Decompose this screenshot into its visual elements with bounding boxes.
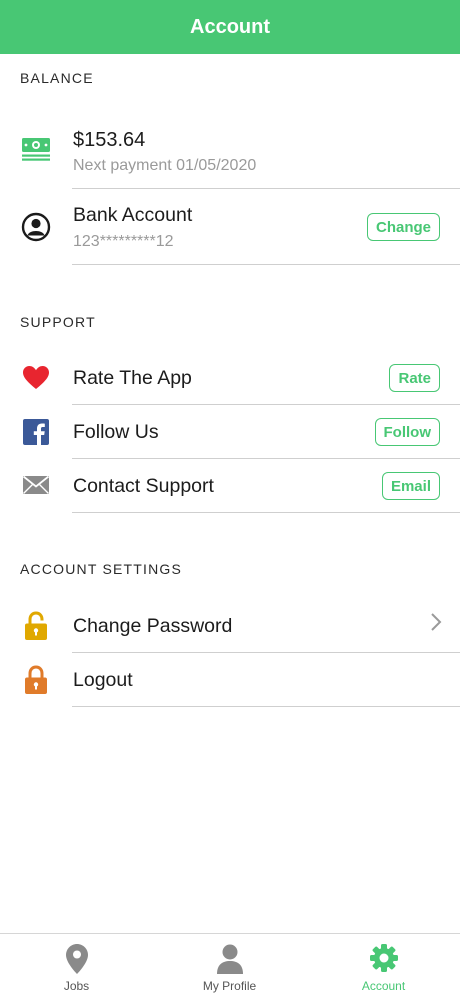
divider xyxy=(72,264,460,265)
mail-icon xyxy=(20,475,52,495)
unlock-icon xyxy=(20,611,52,641)
bank-account-row: Bank Account 123*********12 Change xyxy=(0,190,460,266)
nav-jobs-label: Jobs xyxy=(63,979,90,993)
person-icon xyxy=(153,943,306,975)
bank-account-label: Bank Account xyxy=(73,204,193,226)
logout-row[interactable]: Logout xyxy=(0,653,460,707)
follow-us-row[interactable]: Follow Us Follow xyxy=(0,405,460,459)
email-button[interactable]: Email xyxy=(381,472,440,500)
rate-button[interactable]: Rate xyxy=(389,364,440,392)
money-icon xyxy=(20,136,52,162)
account-settings-section-title: ACCOUNT SETTINGS xyxy=(20,561,183,577)
divider xyxy=(72,188,460,189)
nav-account-label: Account xyxy=(361,979,406,993)
divider xyxy=(72,706,460,707)
balance-row: $153.64 Next payment 01/05/2020 xyxy=(0,118,460,190)
change-password-row[interactable]: Change Password xyxy=(0,599,460,653)
bottom-nav: Jobs My Profile Account xyxy=(0,933,460,996)
change-bank-button[interactable]: Change xyxy=(366,213,440,241)
support-section-title: SUPPORT xyxy=(20,314,96,330)
page-title: Account xyxy=(190,15,270,38)
nav-account[interactable]: Account xyxy=(307,934,460,996)
divider xyxy=(72,512,460,513)
user-circle-icon xyxy=(20,212,52,242)
heart-icon xyxy=(20,365,52,391)
bank-account-number: 123*********12 xyxy=(73,233,174,250)
change-password-label: Change Password xyxy=(73,615,233,637)
nav-my-profile-label: My Profile xyxy=(202,979,257,993)
balance-section-title: BALANCE xyxy=(20,70,94,86)
balance-amount: $153.64 xyxy=(73,129,146,151)
rate-app-row[interactable]: Rate The App Rate xyxy=(0,351,460,405)
contact-support-label: Contact Support xyxy=(73,475,214,497)
map-pin-icon xyxy=(0,943,153,975)
chevron-right-icon xyxy=(430,612,442,638)
contact-support-row[interactable]: Contact Support Email xyxy=(0,459,460,513)
logout-label: Logout xyxy=(73,669,133,691)
nav-jobs[interactable]: Jobs xyxy=(0,934,153,996)
lock-icon xyxy=(20,665,52,695)
app-header: Account xyxy=(0,0,460,54)
nav-my-profile[interactable]: My Profile xyxy=(153,934,306,996)
gear-icon xyxy=(307,943,460,973)
facebook-icon xyxy=(20,419,52,445)
follow-us-label: Follow Us xyxy=(73,421,159,443)
next-payment-text: Next payment 01/05/2020 xyxy=(73,157,257,174)
rate-app-label: Rate The App xyxy=(73,367,192,389)
follow-button[interactable]: Follow xyxy=(374,418,440,446)
